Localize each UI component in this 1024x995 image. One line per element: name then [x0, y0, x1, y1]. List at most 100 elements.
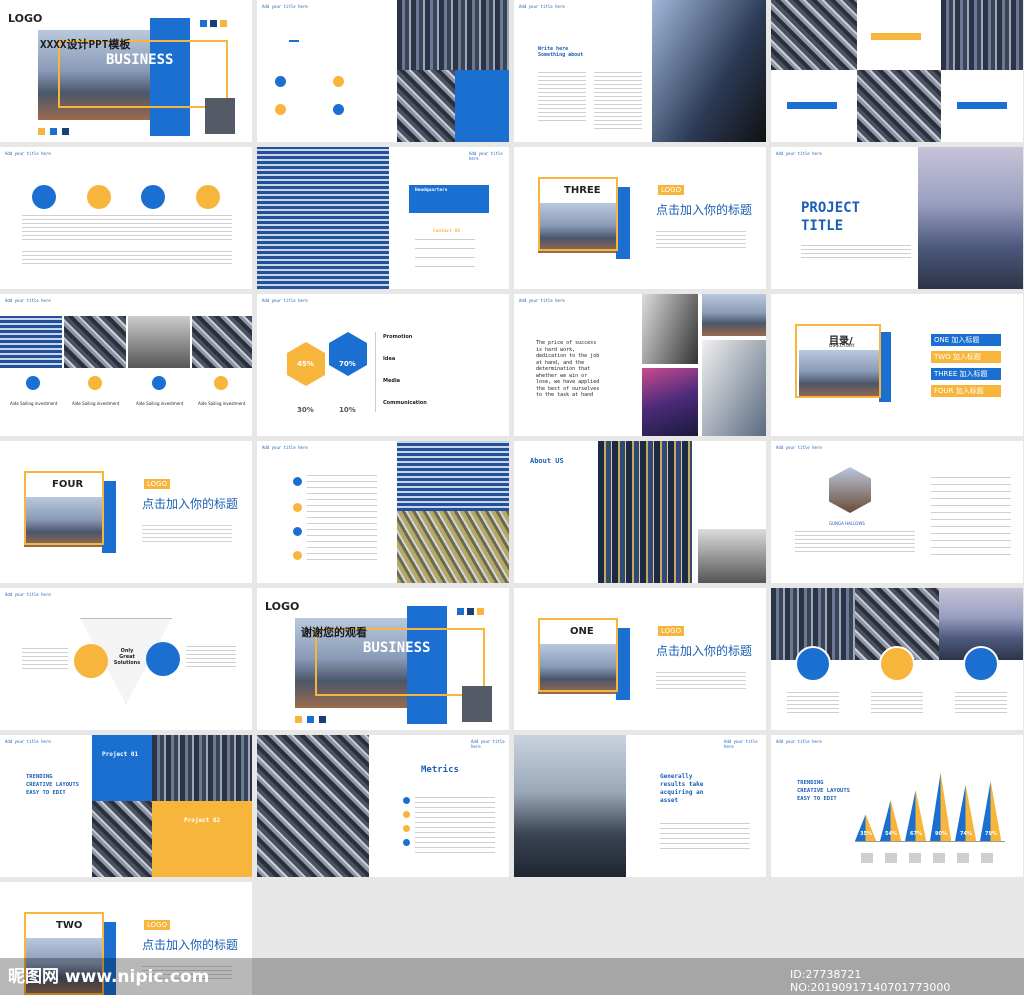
- icon-circle: [333, 104, 344, 115]
- text-block: [871, 692, 923, 716]
- slide-photo-grid[interactable]: [771, 0, 1023, 142]
- project-label: Project 01: [102, 751, 139, 758]
- text-block: [955, 692, 1007, 716]
- slide-bar-chart[interactable]: Add your title here TRENDING CREATIVE LA…: [771, 735, 1023, 877]
- watermark-left: 昵图网 www.nipic.com: [8, 967, 210, 987]
- hexagon-photo: [829, 467, 871, 513]
- city-photo: [152, 735, 252, 801]
- photo: [0, 316, 62, 368]
- deco-square: [38, 128, 45, 135]
- photo: [642, 368, 698, 436]
- slide-header: Add your title here: [776, 151, 822, 156]
- blue-block: [455, 70, 509, 142]
- percent-value: 45%: [297, 360, 314, 368]
- slide-cover[interactable]: LOGO XXXX设计PPT模板 BUSINESS: [0, 0, 252, 142]
- directory-item[interactable]: FOUR 加入标题: [931, 385, 1001, 397]
- peak-chart: 35% 54% 67% 90% 74% 79%: [855, 755, 1005, 841]
- slide-header: Add your title here: [776, 445, 822, 450]
- slide-hexagon-text[interactable]: Add your title here GUNGA HALLOWS: [771, 441, 1023, 583]
- slide-four-circles[interactable]: Add your title here: [0, 147, 252, 289]
- slide-four-photos[interactable]: Add your title here Aide Sailing investm…: [0, 294, 252, 436]
- list-dot: [293, 477, 302, 486]
- slide-section-four[interactable]: FOUR LOGO 点击加入你的标题: [0, 441, 252, 583]
- slide-section-three[interactable]: THREE LOGO 点击加入你的标题: [514, 147, 766, 289]
- blue-bar: [787, 102, 837, 109]
- peak-label: 74%: [960, 831, 972, 837]
- section-number: THREE: [564, 185, 601, 196]
- list-dot: [403, 839, 410, 846]
- deco-square: [210, 20, 217, 27]
- slide-project-title[interactable]: Add your title here PROJECT TITLE: [771, 147, 1023, 289]
- percent-value: 10%: [339, 406, 356, 414]
- photo: [702, 294, 766, 336]
- slide-quote[interactable]: Add your title here The price of success…: [514, 294, 766, 436]
- icon-circle: [146, 642, 180, 676]
- directory-item[interactable]: TWO 加入标题: [931, 351, 1001, 363]
- city-photo: [598, 441, 692, 583]
- slide-metrics[interactable]: Add your title here Metrics: [257, 735, 509, 877]
- deco-square: [319, 716, 326, 723]
- deco-square: [220, 20, 227, 27]
- caption: Aide Sailing investment: [198, 401, 246, 406]
- write-here-title: Write here Something about: [538, 46, 584, 58]
- icon-circle: [333, 76, 344, 87]
- slide-about-us[interactable]: About US: [514, 441, 766, 583]
- logo-text: LOGO: [265, 600, 300, 613]
- text-block: [594, 72, 642, 132]
- trending-text: TRENDING CREATIVE LAYOUTS EASY TO EDIT: [26, 774, 79, 796]
- list-dot: [403, 797, 410, 804]
- blue-block: [92, 735, 152, 801]
- text-block: [186, 646, 236, 668]
- text-block: [22, 648, 68, 670]
- generally-title: Generally results take acquiring an asse…: [660, 773, 704, 804]
- text-block: [142, 525, 232, 545]
- watermark-right: ID:27738721 NO:20190917140701773000: [790, 968, 951, 994]
- slide-generally[interactable]: Add your title here Generally results ta…: [514, 735, 766, 877]
- deco-square: [477, 608, 484, 615]
- photo: [702, 340, 766, 436]
- hexagon-caption: GUNGA HALLOWS: [829, 521, 865, 526]
- contact-list: [415, 239, 475, 275]
- cover-title-en: BUSINESS: [106, 52, 174, 68]
- directory-item[interactable]: ONE 加入标题: [931, 334, 1001, 346]
- thanks-title-en: BUSINESS: [363, 640, 431, 656]
- slide-timeline-list[interactable]: Add your title here: [257, 441, 509, 583]
- slide-projects[interactable]: Add your title here TRENDING CREATIVE LA…: [0, 735, 252, 877]
- slide-triangle[interactable]: Add your title here Only Great Solutions: [0, 588, 252, 730]
- project-title: PROJECT TITLE: [801, 200, 861, 234]
- slide-three-features[interactable]: [771, 588, 1023, 730]
- text-block: [801, 245, 911, 261]
- section-number: FOUR: [52, 479, 84, 490]
- directory-item[interactable]: THREE 加入标题: [931, 368, 1001, 380]
- home-icon: [795, 646, 831, 682]
- icon-circle: [88, 376, 102, 390]
- slide-directory[interactable]: 目录/ DIRECTORY ONE 加入标题 TWO 加入标题 THREE 加入…: [771, 294, 1023, 436]
- percent-value: 70%: [339, 360, 356, 368]
- caption: Aide Sailing investment: [10, 401, 58, 406]
- slide-thanks[interactable]: LOGO 谢谢您的观看 BUSINESS: [257, 588, 509, 730]
- diamond-icon: [963, 646, 999, 682]
- photo: [698, 529, 766, 583]
- metrics-title: Metrics: [421, 765, 459, 775]
- slide-header: Add your title here: [5, 592, 51, 597]
- deco-square: [467, 608, 474, 615]
- yellow-block: [152, 801, 252, 877]
- photo: [128, 316, 190, 368]
- slide-write-here[interactable]: Add your title here Write here Something…: [514, 0, 766, 142]
- thanks-title-cn: 谢谢您的观看: [301, 626, 367, 639]
- slide-icons-list[interactable]: Add your title here: [257, 0, 509, 142]
- divider: [375, 332, 376, 412]
- peak-label: 79%: [985, 831, 997, 837]
- deco-square: [200, 20, 207, 27]
- trending-text: TRENDING CREATIVE LAYOUTS EASY TO EDIT: [797, 780, 850, 802]
- text-block: [538, 72, 586, 124]
- circle: [196, 185, 220, 209]
- slide-headquarters[interactable]: Add your title here Headquarters Contact…: [257, 147, 509, 289]
- circle: [32, 185, 56, 209]
- slide-header: Add your title here: [469, 151, 503, 161]
- slide-percent-hexagons[interactable]: Add your title here 45% 70% 30% 10% Prom…: [257, 294, 509, 436]
- slide-section-one[interactable]: ONE LOGO 点击加入你的标题: [514, 588, 766, 730]
- project-label: Project 02: [184, 817, 221, 824]
- slide-header: Add your title here: [5, 739, 51, 744]
- circle: [87, 185, 111, 209]
